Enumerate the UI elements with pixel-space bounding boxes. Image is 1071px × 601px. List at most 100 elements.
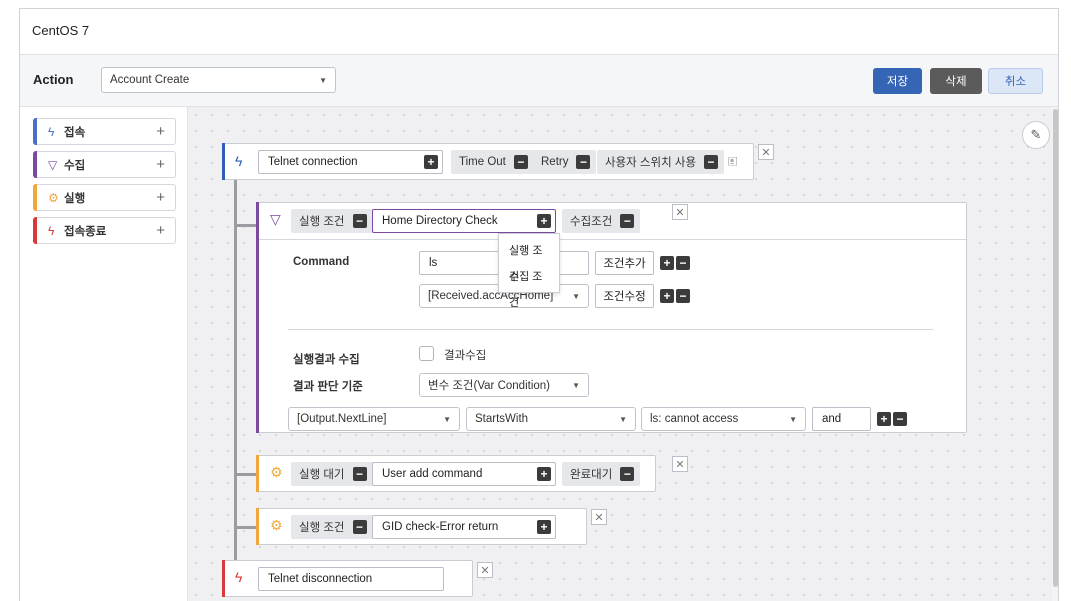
collect-value: Home Directory Check xyxy=(382,215,498,227)
rule-value: ls: cannot access xyxy=(650,413,739,425)
action-bar: Action Account Create ▼ 저장 삭제 취소 xyxy=(20,54,1058,107)
user-switch-label: 사용자 스위치 사용 xyxy=(605,157,697,169)
minus-icon[interactable]: − xyxy=(352,467,367,481)
cancel-button[interactable]: 취소 xyxy=(988,68,1043,94)
disconnect-node[interactable]: ϟ Telnet disconnection xyxy=(222,560,473,597)
chevron-down-icon: ▼ xyxy=(319,75,327,85)
disconnect-icon: ϟ xyxy=(235,569,243,585)
done-wait-chip[interactable]: 완료대기 − xyxy=(562,462,641,486)
plus-icon[interactable]: + xyxy=(537,467,551,481)
plus-icon[interactable]: + xyxy=(156,156,165,173)
save-button[interactable]: 저장 xyxy=(873,68,922,94)
judge-select[interactable]: 변수 조건(Var Condition) ▼ xyxy=(419,373,589,397)
palette-item-disconnect[interactable]: ϟ 접속종료 + xyxy=(33,217,176,244)
minus-icon[interactable]: − xyxy=(676,289,690,303)
minus-icon[interactable]: − xyxy=(893,412,907,426)
gear-icon: ⚙ xyxy=(270,464,283,480)
filter-icon: ▽ xyxy=(48,157,58,172)
bolt-icon: ϟ xyxy=(235,153,243,169)
exec-error-select[interactable]: GID check-Error return + xyxy=(372,515,556,539)
plus-icon[interactable]: + xyxy=(156,222,165,239)
window-title: CentOS 7 xyxy=(32,23,90,38)
palette-item-label: 실행 xyxy=(64,192,86,205)
minus-icon[interactable]: − xyxy=(676,256,690,270)
plus-icon[interactable]: + xyxy=(537,520,551,534)
retry-chip[interactable]: Retry − xyxy=(533,150,597,174)
exec-error-node[interactable]: ⚙ 실행 조건 − GID check-Error return + xyxy=(256,508,587,545)
disconnect-input[interactable]: Telnet disconnection xyxy=(258,567,444,591)
minus-icon[interactable]: − xyxy=(513,155,528,169)
close-icon[interactable]: ✕ xyxy=(672,204,688,220)
rule-op-select[interactable]: StartsWith ▼ xyxy=(466,407,636,431)
exec-condition-chip[interactable]: 실행 조건 − xyxy=(291,515,373,539)
menu-item-exec-condition[interactable]: 실행 조건 xyxy=(499,238,559,283)
palette-item-label: 수집 xyxy=(64,159,86,172)
minus-icon[interactable]: − xyxy=(704,155,719,169)
workflow-editor-window: CentOS 7 Action Account Create ▼ 저장 삭제 취… xyxy=(19,8,1059,601)
add-condition-button[interactable]: 조건추가 xyxy=(595,251,654,275)
plus-icon[interactable]: + xyxy=(537,214,551,228)
timeout-chip[interactable]: Time Out − xyxy=(451,150,534,174)
timeout-label: Time Out xyxy=(459,156,506,168)
canvas-scrollbar[interactable] xyxy=(1052,107,1058,601)
close-icon[interactable]: ✕ xyxy=(477,562,493,578)
rule-logic-input[interactable]: and xyxy=(812,407,871,431)
collect-node[interactable]: ▽ 실행 조건 − Home Directory Check + 수집조건 − … xyxy=(256,202,967,433)
connect-select[interactable]: Telnet connection + xyxy=(258,150,443,174)
palette-item-execute[interactable]: ⚙ 실행 + xyxy=(33,184,176,211)
gear-error-icon: ⚙ xyxy=(270,517,283,533)
note-icon[interactable]: 🗉 xyxy=(728,153,738,175)
exec-condition-label: 실행 조건 xyxy=(299,216,345,228)
edit-icon[interactable]: ✎ xyxy=(1022,121,1050,149)
plus-icon[interactable]: + xyxy=(424,155,438,169)
menu-item-collect-condition[interactable]: 수집 조건 xyxy=(499,264,559,309)
disconnect-value: Telnet disconnection xyxy=(268,573,373,585)
minus-icon[interactable]: − xyxy=(352,214,367,228)
plus-icon[interactable]: + xyxy=(156,123,165,140)
filter-icon: ▽ xyxy=(270,211,281,227)
chevron-down-icon: ▼ xyxy=(619,414,627,424)
minus-icon[interactable]: − xyxy=(576,155,591,169)
plus-icon[interactable]: + xyxy=(660,256,674,270)
palette-item-connect[interactable]: ϟ 접속 + xyxy=(33,118,176,145)
palette-item-label: 접속종료 xyxy=(64,225,107,238)
connect-value: Telnet connection xyxy=(268,156,358,168)
close-icon[interactable]: ✕ xyxy=(591,509,607,525)
close-icon[interactable]: ✕ xyxy=(758,144,774,160)
chevron-down-icon: ▼ xyxy=(789,414,797,424)
rule-value-select[interactable]: ls: cannot access ▼ xyxy=(641,407,806,431)
plus-icon[interactable]: + xyxy=(877,412,891,426)
close-icon[interactable]: ✕ xyxy=(672,456,688,472)
scrollbar-thumb[interactable] xyxy=(1053,109,1058,587)
plus-icon[interactable]: + xyxy=(156,189,165,206)
flow-canvas[interactable]: ✎ ϟ Telnet connection + Time Out − Retry… xyxy=(188,107,1052,601)
action-label: Action xyxy=(33,72,74,87)
minus-icon[interactable]: − xyxy=(620,214,635,228)
delete-button[interactable]: 삭제 xyxy=(930,68,982,94)
exec-select[interactable]: User add command + xyxy=(372,462,556,486)
bolt-icon: ϟ xyxy=(48,124,55,139)
exec-condition-chip[interactable]: 실행 조건 − xyxy=(291,209,373,233)
retry-label: Retry xyxy=(541,156,569,168)
judge-value: 변수 조건(Var Condition) xyxy=(428,380,550,392)
plus-icon[interactable]: + xyxy=(660,289,674,303)
rule-var-value: [Output.NextLine] xyxy=(297,413,387,425)
minus-icon[interactable]: − xyxy=(352,520,367,534)
action-select-value: Account Create xyxy=(110,74,190,86)
flow-connector xyxy=(234,526,256,529)
result-collect-label: 실행결과 수집 xyxy=(293,354,360,366)
chevron-down-icon: ▼ xyxy=(443,414,451,424)
palette-item-collect[interactable]: ▽ 수집 + xyxy=(33,151,176,178)
exec-node[interactable]: ⚙ 실행 대기 − User add command + 완료대기 − xyxy=(256,455,656,492)
minus-icon[interactable]: − xyxy=(620,467,635,481)
user-switch-chip[interactable]: 사용자 스위치 사용 − xyxy=(597,150,725,174)
collect-select[interactable]: Home Directory Check + xyxy=(372,209,556,233)
judge-label: 결과 판단 기준 xyxy=(293,381,363,393)
exec-wait-chip[interactable]: 실행 대기 − xyxy=(291,462,373,486)
collect-condition-chip[interactable]: 수집조건 − xyxy=(562,209,641,233)
edit-condition-button[interactable]: 조건수정 xyxy=(595,284,654,308)
connect-node[interactable]: ϟ Telnet connection + Time Out − Retry −… xyxy=(222,143,754,180)
result-collect-checkbox[interactable] xyxy=(419,346,434,361)
action-select[interactable]: Account Create ▼ xyxy=(101,67,336,93)
rule-var-select[interactable]: [Output.NextLine] ▼ xyxy=(288,407,460,431)
